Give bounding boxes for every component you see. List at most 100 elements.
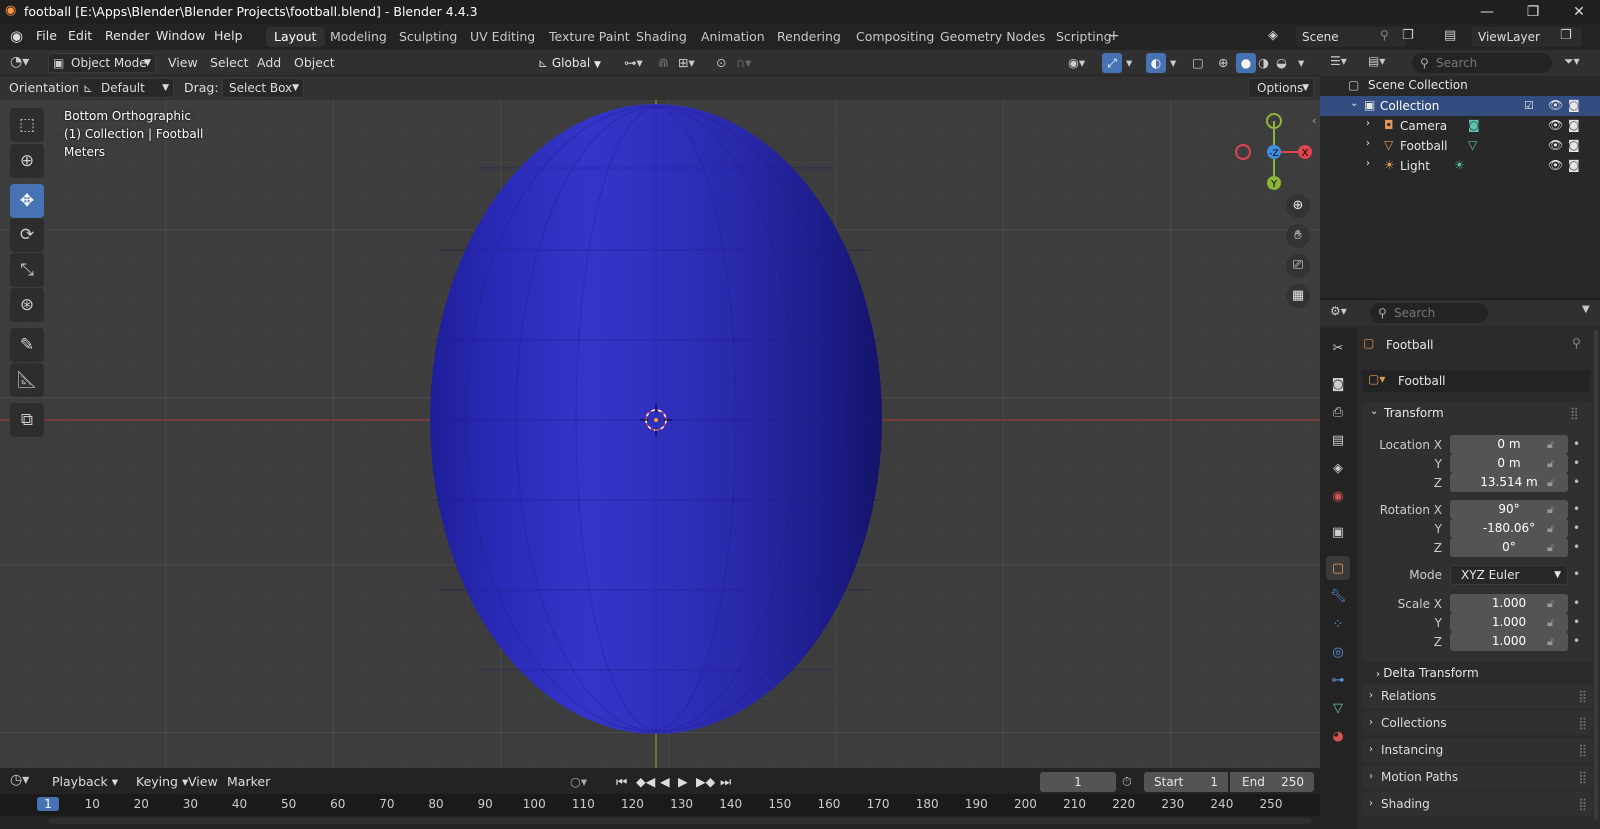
render-camera-icon[interactable]: ◙ xyxy=(1568,118,1580,132)
drag-dropdown[interactable]: Select Box ▼ xyxy=(222,78,304,98)
falloff-icon[interactable]: ∩▾ xyxy=(736,53,751,73)
outliner-item-football[interactable]: › ▽ Football ▽ 👁︎ ◙ xyxy=(1320,136,1600,156)
tab-animation[interactable]: Animation xyxy=(693,27,773,47)
tab-sculpting[interactable]: Sculpting xyxy=(391,27,465,47)
rendered-shading-icon[interactable]: ◒ xyxy=(1276,53,1287,73)
transform-header[interactable]: Transform xyxy=(1384,406,1444,420)
close-button[interactable]: ✕ xyxy=(1556,0,1600,24)
properties-search[interactable]: ⚲ Search xyxy=(1370,303,1488,323)
add-cube-tool[interactable]: ⧉ xyxy=(10,403,44,437)
xray-icon[interactable]: ▢ xyxy=(1192,53,1204,73)
collection-row[interactable]: ⌄ ▣ Collection ☑ 👁︎ ◙ xyxy=(1320,96,1600,116)
outliner-item-camera[interactable]: › ◘ Camera ◙ 👁︎ ◙ xyxy=(1320,116,1600,136)
editor-type-icon[interactable]: ◔▾ xyxy=(10,54,29,70)
properties-editor-icon[interactable]: ⚙▾ xyxy=(1330,304,1347,318)
material-shading-icon[interactable]: ◑ xyxy=(1258,53,1269,73)
new-scene-icon[interactable]: ❐ xyxy=(1402,28,1414,43)
lock-icon[interactable]: 🔓︎ xyxy=(1547,541,1554,555)
display-mode-icon[interactable]: ▤▾ xyxy=(1368,54,1385,68)
render-tab-icon[interactable]: ◙ xyxy=(1326,372,1350,396)
panel-shading[interactable]: › Shading ⣿ xyxy=(1363,792,1593,816)
visibility-eye-icon[interactable]: 👁︎ xyxy=(1548,98,1563,112)
gizmo-dropdown-icon[interactable]: ▾ xyxy=(1126,53,1132,73)
properties-scrollbar[interactable] xyxy=(1594,330,1598,820)
snap-target-icon[interactable]: ⊞▾ xyxy=(678,53,695,73)
outliner-search[interactable]: ⚲ Search xyxy=(1412,53,1552,73)
pivot-icon[interactable]: ⊶▾ xyxy=(624,53,643,73)
camera-view-icon[interactable]: ⎚ xyxy=(1286,254,1310,278)
camera-data-icon[interactable]: ◙ xyxy=(1468,118,1480,132)
tab-geometry-nodes[interactable]: Geometry Nodes xyxy=(932,27,1053,47)
snap-icon[interactable]: ⋒ xyxy=(658,53,668,73)
material-tab-icon[interactable]: ◕ xyxy=(1326,724,1350,748)
render-camera-icon[interactable]: ◙ xyxy=(1568,138,1580,152)
timeline-scrollbar[interactable] xyxy=(48,818,1312,824)
expand-icon[interactable]: › xyxy=(1366,118,1370,129)
orientation-dropdown[interactable]: ⊾ Default ▼ xyxy=(78,78,174,98)
lock-icon[interactable]: 🔓︎ xyxy=(1547,597,1554,611)
lock-icon[interactable]: 🔓︎ xyxy=(1547,438,1554,452)
outliner-item-light[interactable]: › ☀ Light ☀ 👁︎ ◙ xyxy=(1320,156,1600,176)
menu-render[interactable]: Render xyxy=(105,28,150,43)
visibility-eye-icon[interactable]: 👁︎ xyxy=(1548,138,1563,152)
drag-handle-icon[interactable]: ⣿ xyxy=(1570,406,1579,420)
tab-modeling[interactable]: Modeling xyxy=(322,27,395,47)
3d-viewport[interactable] xyxy=(0,50,1320,768)
expand-icon[interactable]: › xyxy=(1366,138,1370,149)
menu-view[interactable]: View xyxy=(168,53,198,73)
panel-relations[interactable]: › Relations ⣿ xyxy=(1363,684,1593,708)
keyframe-dot-icon[interactable]: • xyxy=(1573,456,1580,470)
mode-selector[interactable]: ▣ Object Mode ▼ xyxy=(48,53,156,73)
zoom-icon[interactable]: ⊕ xyxy=(1286,194,1310,218)
lock-icon[interactable]: 🔓︎ xyxy=(1547,476,1554,490)
transform-tool[interactable]: ⊛ xyxy=(10,288,44,322)
lock-icon[interactable]: 🔓︎ xyxy=(1547,522,1554,536)
pin-icon[interactable]: ⚲ xyxy=(1572,336,1581,350)
panel-instancing[interactable]: › Instancing ⣿ xyxy=(1363,738,1593,762)
cursor-tool[interactable]: ⊕ xyxy=(10,144,44,178)
current-frame-marker[interactable]: 1 xyxy=(37,797,59,811)
maximize-button[interactable]: ❐ xyxy=(1510,0,1556,24)
tab-rendering[interactable]: Rendering xyxy=(769,27,849,47)
tab-compositing[interactable]: Compositing xyxy=(848,27,942,47)
gizmo-toggle-icon[interactable]: ⤢ xyxy=(1102,53,1122,73)
visibility-eye-icon[interactable]: 👁︎ xyxy=(1548,158,1563,172)
blender-menu-icon[interactable]: ◉ xyxy=(10,27,23,45)
panel-motion-paths[interactable]: › Motion Paths ⣿ xyxy=(1363,765,1593,789)
lock-icon[interactable]: 🔓︎ xyxy=(1547,635,1554,649)
panel-collections[interactable]: › Collections ⣿ xyxy=(1363,711,1593,735)
tool-tab-icon[interactable]: ✂ xyxy=(1326,336,1350,360)
minimize-button[interactable]: — xyxy=(1464,0,1510,24)
pan-hand-icon[interactable]: ✋︎ xyxy=(1286,224,1310,248)
collapse-icon[interactable]: ⌄ xyxy=(1370,406,1378,417)
keyframe-dot-icon[interactable]: • xyxy=(1573,567,1580,581)
view-layer-icon[interactable]: ▤ xyxy=(1444,28,1456,43)
mesh-data-icon[interactable]: ▽ xyxy=(1468,138,1477,152)
keyframe-dot-icon[interactable]: • xyxy=(1573,475,1580,489)
scene-icon[interactable]: ◈ xyxy=(1268,28,1278,43)
keyframe-dot-icon[interactable]: • xyxy=(1573,615,1580,629)
menu-object[interactable]: Object xyxy=(294,53,335,73)
menu-file[interactable]: File xyxy=(36,28,57,43)
grid-toggle-icon[interactable]: ▦ xyxy=(1286,284,1310,308)
overlay-dropdown-icon[interactable]: ▾ xyxy=(1170,53,1176,73)
transform-orientation[interactable]: ⊾ Global ▼ xyxy=(538,53,614,73)
scene-collection-label[interactable]: Scene Collection xyxy=(1368,78,1468,92)
keyframe-dot-icon[interactable]: • xyxy=(1573,437,1580,451)
constraints-tab-icon[interactable]: ⊶ xyxy=(1326,668,1350,692)
visibility-icon[interactable]: ◉▾ xyxy=(1068,53,1085,73)
expand-icon[interactable]: › xyxy=(1366,158,1370,169)
menu-add[interactable]: Add xyxy=(257,53,281,73)
pin-scene-icon[interactable]: ⚲ xyxy=(1380,28,1389,42)
wireframe-shading-icon[interactable]: ⊕ xyxy=(1218,53,1228,73)
data-tab-icon[interactable]: ▽ xyxy=(1326,696,1350,720)
collapse-icon[interactable]: ⌄ xyxy=(1350,98,1358,109)
menu-edit[interactable]: Edit xyxy=(68,28,92,43)
visibility-eye-icon[interactable]: 👁︎ xyxy=(1548,118,1563,132)
select-box-tool[interactable]: ⬚ xyxy=(10,108,44,142)
new-view-layer-icon[interactable]: ❐ xyxy=(1560,28,1572,43)
render-camera-icon[interactable]: ◙ xyxy=(1568,158,1580,172)
overlay-toggle-icon[interactable]: ◐ xyxy=(1146,53,1166,73)
options-dropdown[interactable]: Options ▼ xyxy=(1248,78,1314,98)
delta-transform-subpanel[interactable]: › Delta Transform xyxy=(1376,663,1586,683)
